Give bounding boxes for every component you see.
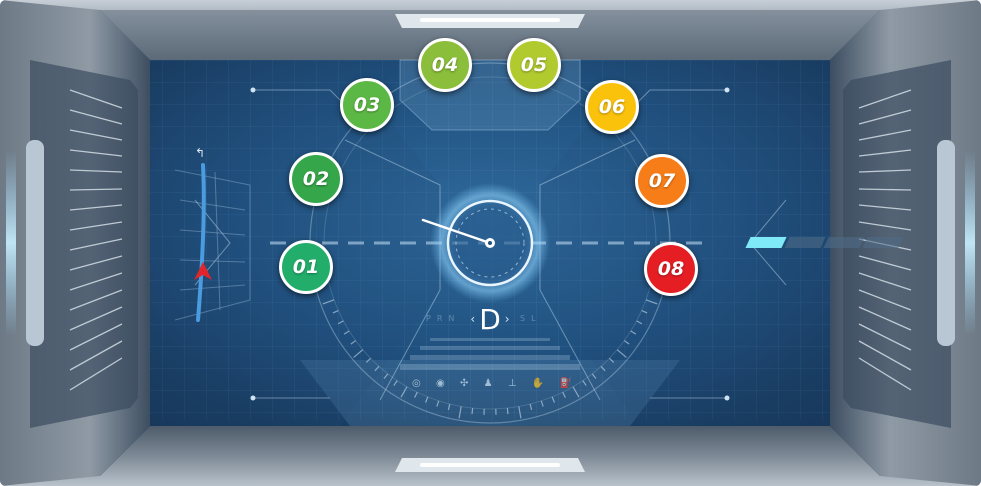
step-label: 06 bbox=[598, 96, 626, 118]
gear-current: D bbox=[479, 302, 501, 336]
level-segment bbox=[784, 237, 826, 248]
step-badge-07[interactable]: 07 bbox=[635, 154, 689, 208]
hand-icon: ✋ bbox=[531, 378, 545, 389]
step-label: 01 bbox=[292, 256, 320, 278]
seatbelt-icon: ♟ bbox=[483, 378, 493, 389]
gear-selector[interactable]: ‹ D › bbox=[470, 302, 510, 336]
level-segment bbox=[823, 237, 865, 248]
step-label: 02 bbox=[302, 168, 330, 190]
wrench-icon: ⊥ bbox=[507, 378, 517, 389]
step-label: 08 bbox=[657, 258, 685, 280]
fuel-icon: ⛽ bbox=[559, 378, 572, 389]
step-badge-05[interactable]: 05 bbox=[507, 38, 561, 92]
gear-letters-right: SL bbox=[520, 314, 542, 323]
step-badge-06[interactable]: 06 bbox=[585, 80, 639, 134]
step-badge-08[interactable]: 08 bbox=[644, 242, 698, 296]
turn-left-icon: ↰ bbox=[195, 146, 206, 160]
fan-icon: ✣ bbox=[459, 378, 469, 389]
step-label: 04 bbox=[431, 54, 459, 76]
step-badge-04[interactable]: 04 bbox=[418, 38, 472, 92]
step-badge-03[interactable]: 03 bbox=[340, 78, 394, 132]
indicator-row: ◎ ◉ ✣ ♟ ⊥ ✋ ⛽ bbox=[412, 376, 572, 392]
level-bar bbox=[745, 237, 904, 248]
level-segment bbox=[862, 237, 904, 248]
dashboard-frame: 01 02 03 04 05 06 07 08 PRN ‹ D › SL ◎ ◉… bbox=[0, 0, 981, 486]
step-badge-02[interactable]: 02 bbox=[289, 152, 343, 206]
gear-prev-arrow[interactable]: ‹ bbox=[470, 312, 475, 326]
step-label: 05 bbox=[520, 54, 548, 76]
gear-letters-left: PRN bbox=[426, 314, 461, 323]
gear-next-arrow[interactable]: › bbox=[505, 312, 510, 326]
step-badge-01[interactable]: 01 bbox=[279, 240, 333, 294]
level-segment bbox=[745, 237, 787, 248]
step-label: 07 bbox=[648, 170, 676, 192]
light-icon: ◎ bbox=[412, 378, 421, 389]
eye-icon: ◉ bbox=[435, 378, 445, 389]
step-label: 03 bbox=[353, 94, 381, 116]
